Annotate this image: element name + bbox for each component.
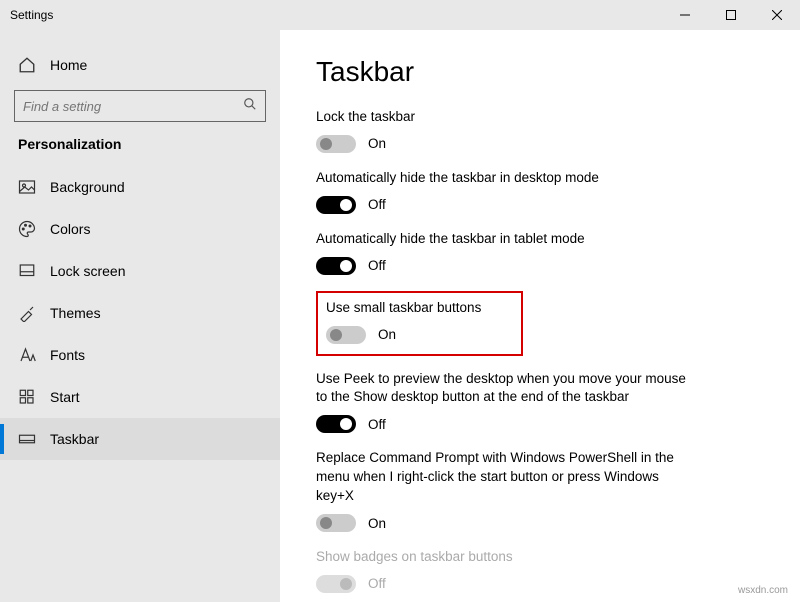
setting-label: Use small taskbar buttons	[326, 299, 481, 318]
search-field[interactable]	[23, 99, 243, 114]
toggle-small-buttons[interactable]	[326, 326, 366, 344]
toggle-state: Off	[368, 576, 386, 591]
sidebar-item-label: Background	[50, 179, 125, 195]
titlebar: Settings	[0, 0, 800, 30]
sidebar-item-start[interactable]: Start	[0, 376, 280, 418]
picture-icon	[18, 178, 36, 196]
toggle-state: On	[378, 327, 396, 342]
setting-label: Show badges on taskbar buttons	[316, 548, 686, 567]
search-icon	[243, 97, 257, 116]
sidebar: Home Personalization Background Colors	[0, 30, 280, 602]
maximize-button[interactable]	[708, 0, 754, 30]
toggle-powershell[interactable]	[316, 514, 356, 532]
sidebar-item-label: Colors	[50, 221, 90, 237]
search-input[interactable]	[14, 90, 266, 122]
highlight-small-buttons: Use small taskbar buttons On	[316, 291, 523, 356]
main-content: Taskbar Lock the taskbar On Automaticall…	[280, 30, 800, 602]
minimize-button[interactable]	[662, 0, 708, 30]
window-title: Settings	[10, 8, 662, 22]
sidebar-item-label: Fonts	[50, 347, 85, 363]
toggle-autohide-tablet[interactable]	[316, 257, 356, 275]
close-button[interactable]	[754, 0, 800, 30]
sidebar-item-label: Lock screen	[50, 263, 125, 279]
setting-powershell: Replace Command Prompt with Windows Powe…	[316, 449, 764, 532]
toggle-badges	[316, 575, 356, 593]
setting-label: Automatically hide the taskbar in tablet…	[316, 230, 686, 249]
setting-autohide-desktop: Automatically hide the taskbar in deskto…	[316, 169, 764, 214]
toggle-peek[interactable]	[316, 415, 356, 433]
sidebar-item-label: Start	[50, 389, 80, 405]
setting-peek: Use Peek to preview the desktop when you…	[316, 370, 764, 434]
home-button[interactable]: Home	[0, 46, 280, 84]
setting-autohide-tablet: Automatically hide the taskbar in tablet…	[316, 230, 764, 275]
setting-label: Use Peek to preview the desktop when you…	[316, 370, 686, 408]
sidebar-item-background[interactable]: Background	[0, 166, 280, 208]
toggle-lock-taskbar[interactable]	[316, 135, 356, 153]
toggle-state: Off	[368, 258, 386, 273]
toggle-state: Off	[368, 417, 386, 432]
toggle-state: On	[368, 516, 386, 531]
sidebar-item-fonts[interactable]: Fonts	[0, 334, 280, 376]
sidebar-item-taskbar[interactable]: Taskbar	[0, 418, 280, 460]
setting-badges: Show badges on taskbar buttons Off	[316, 548, 764, 593]
category-label: Personalization	[0, 136, 280, 166]
window-controls	[662, 0, 800, 30]
taskbar-icon	[18, 430, 36, 448]
setting-label: Lock the taskbar	[316, 108, 686, 127]
palette-icon	[18, 220, 36, 238]
sidebar-item-label: Themes	[50, 305, 101, 321]
sidebar-item-lockscreen[interactable]: Lock screen	[0, 250, 280, 292]
home-label: Home	[50, 57, 87, 73]
sidebar-item-label: Taskbar	[50, 431, 99, 447]
page-title: Taskbar	[316, 56, 764, 88]
toggle-state: Off	[368, 197, 386, 212]
themes-icon	[18, 304, 36, 322]
watermark: wsxdn.com	[738, 585, 788, 596]
toggle-autohide-desktop[interactable]	[316, 196, 356, 214]
start-icon	[18, 388, 36, 406]
setting-lock-taskbar: Lock the taskbar On	[316, 108, 764, 153]
lockscreen-icon	[18, 262, 36, 280]
setting-small-buttons: Use small taskbar buttons On	[326, 299, 481, 344]
sidebar-item-themes[interactable]: Themes	[0, 292, 280, 334]
toggle-state: On	[368, 136, 386, 151]
setting-label: Replace Command Prompt with Windows Powe…	[316, 449, 686, 506]
sidebar-item-colors[interactable]: Colors	[0, 208, 280, 250]
setting-label: Automatically hide the taskbar in deskto…	[316, 169, 686, 188]
fonts-icon	[18, 346, 36, 364]
home-icon	[18, 56, 36, 74]
